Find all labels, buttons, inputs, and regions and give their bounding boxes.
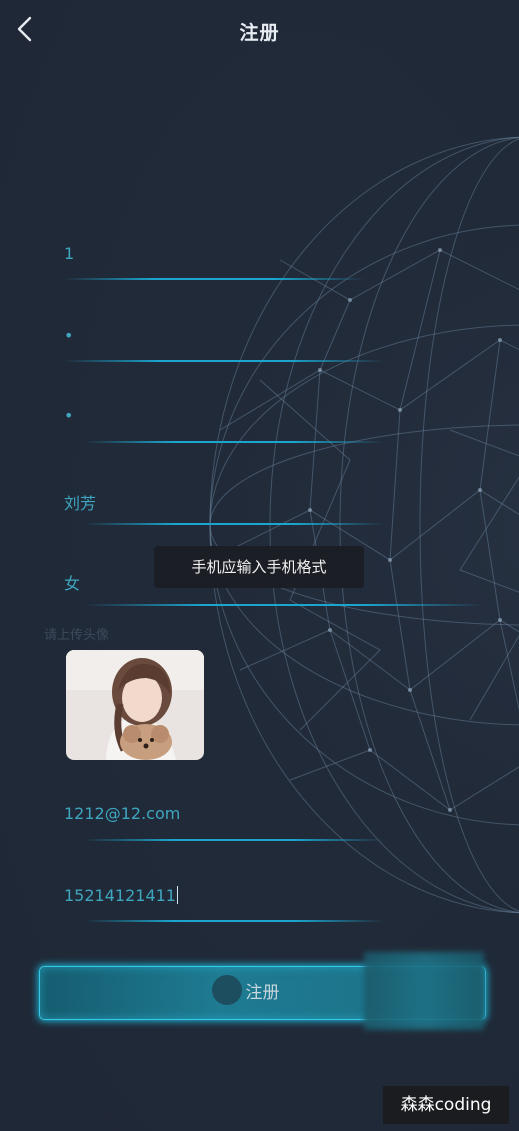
- email-field[interactable]: 1212@12.com: [64, 804, 180, 823]
- globe-network-background: [200, 130, 519, 920]
- gender-field[interactable]: 女: [64, 570, 80, 594]
- confirm-password-field[interactable]: •: [64, 406, 73, 425]
- password-field[interactable]: •: [64, 326, 73, 345]
- toast-message: 手机应输入手机格式: [154, 546, 364, 588]
- text-caret: [176, 886, 178, 904]
- email-value: 1212@12.com: [64, 804, 181, 823]
- username-underline: [64, 278, 364, 280]
- phone-value: 15214121411: [64, 886, 176, 905]
- phone-underline: [84, 920, 384, 922]
- phone-field[interactable]: 15214121411: [64, 886, 178, 905]
- username-field[interactable]: 1: [64, 244, 74, 263]
- avatar-label: 请上传头像: [44, 628, 110, 643]
- name-value: 刘芳: [64, 494, 97, 513]
- username-value: 1: [64, 244, 75, 263]
- gender-value: 女: [64, 574, 81, 593]
- avatar-image: [66, 650, 204, 760]
- top-bar: 注册: [0, 0, 519, 60]
- confirm-password-underline: [84, 441, 384, 443]
- blur-overlay: [364, 952, 484, 1030]
- watermark: 森森coding: [383, 1086, 509, 1124]
- page-title: 注册: [239, 22, 280, 44]
- name-underline: [84, 523, 384, 525]
- name-field[interactable]: 刘芳: [64, 490, 96, 514]
- password-underline: [64, 360, 384, 362]
- register-screen: 注册 1 • • 刘芳 女 请上传头像 1212@12.com 15214121…: [0, 0, 519, 1131]
- gender-underline: [84, 604, 484, 606]
- avatar-upload[interactable]: [66, 650, 204, 760]
- email-underline: [84, 839, 384, 841]
- password-value: •: [64, 326, 74, 345]
- confirm-password-value: •: [64, 406, 74, 425]
